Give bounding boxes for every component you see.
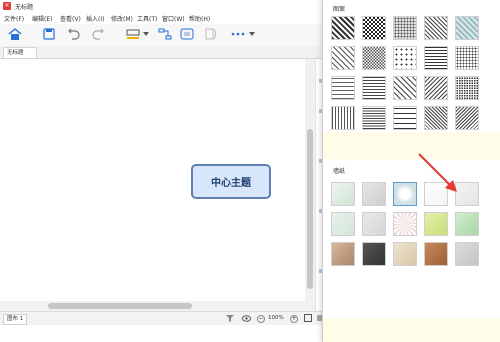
wallpaper-swatch[interactable] (455, 242, 479, 266)
wallpaper-swatch[interactable] (424, 242, 448, 266)
pattern-swatch[interactable] (424, 106, 448, 130)
title-bar: ✕ 无标题 (0, 0, 330, 12)
toolbar (0, 24, 330, 47)
horizontal-scrollbar[interactable] (0, 301, 305, 311)
more-icon[interactable] (231, 27, 245, 41)
boundary-icon[interactable] (180, 27, 194, 41)
menu-file[interactable]: 文件(F) (4, 14, 24, 23)
menu-edit[interactable]: 编辑(E) (32, 14, 52, 23)
summary-icon[interactable] (205, 27, 219, 41)
eye-icon[interactable] (242, 315, 251, 324)
pattern-swatch[interactable] (424, 76, 448, 100)
zoom-level: 100% (268, 315, 284, 321)
pattern-swatch[interactable] (455, 106, 479, 130)
zoom-in-button[interactable]: + (290, 315, 298, 323)
vertical-scrollbar[interactable] (305, 59, 315, 311)
chevron-down-icon[interactable] (142, 27, 150, 41)
pattern-swatch[interactable] (331, 76, 355, 100)
status-bar: 图布 1 − 100% + (0, 311, 330, 326)
pattern-swatch[interactable] (393, 76, 417, 100)
pattern-swatch[interactable] (455, 46, 479, 70)
wallpaper-section-title: 墙纸 (333, 168, 346, 175)
wallpaper-swatch[interactable] (393, 242, 417, 266)
pattern-swatch[interactable] (393, 106, 417, 130)
topic-style-icon[interactable] (126, 27, 140, 41)
vertical-scroll-thumb[interactable] (307, 129, 313, 289)
tab-untitled[interactable]: 无标题 (3, 47, 37, 58)
relationship-icon[interactable] (158, 27, 172, 41)
central-topic[interactable]: 中心主题 (191, 164, 271, 199)
menu-insert[interactable]: 插入(I) (86, 14, 104, 23)
sheet-tab[interactable]: 图布 1 (3, 314, 28, 325)
pattern-swatch[interactable] (455, 16, 479, 40)
horizontal-scroll-thumb[interactable] (48, 303, 192, 309)
panel-footer (323, 318, 500, 342)
document-tabs: 无标题 (0, 46, 330, 59)
pattern-section-title: 图案 (333, 6, 346, 13)
pattern-swatch[interactable] (362, 76, 386, 100)
wallpaper-swatch[interactable] (362, 182, 386, 206)
redo-icon[interactable] (91, 27, 105, 41)
wallpaper-swatch[interactable] (362, 212, 386, 236)
zoom-out-button[interactable]: − (257, 315, 265, 323)
pattern-swatch[interactable] (362, 16, 386, 40)
section-divider (323, 132, 500, 160)
fit-icon[interactable] (304, 314, 312, 324)
pattern-swatch[interactable] (393, 46, 417, 70)
app-logo-icon: ✕ (3, 2, 11, 10)
more-chevron-down-icon[interactable] (248, 27, 256, 41)
wallpaper-swatch[interactable] (455, 212, 479, 236)
wallpaper-swatch[interactable] (331, 242, 355, 266)
menu-window[interactable]: 窗口(W) (162, 14, 185, 23)
pattern-swatch[interactable] (362, 46, 386, 70)
menu-bar: 文件(F) 编辑(E) 查看(V) 插入(I) 修改(M) 工具(T) 窗口(W… (0, 12, 330, 24)
pattern-swatch[interactable] (393, 16, 417, 40)
filter-icon[interactable] (226, 314, 234, 324)
home-icon[interactable] (8, 27, 22, 41)
wallpaper-swatch[interactable] (331, 212, 355, 236)
wallpaper-swatch[interactable] (424, 212, 448, 236)
pattern-swatch[interactable] (331, 46, 355, 70)
background-picker-panel: 图案 墙纸 (322, 0, 500, 342)
menu-tools[interactable]: 工具(T) (137, 14, 157, 23)
wallpaper-swatch[interactable] (331, 182, 355, 206)
undo-icon[interactable] (67, 27, 81, 41)
window-title: 无标题 (15, 4, 34, 11)
pattern-swatch[interactable] (424, 16, 448, 40)
save-icon[interactable] (42, 27, 56, 41)
menu-view[interactable]: 查看(V) (60, 14, 81, 23)
pattern-swatch[interactable] (424, 46, 448, 70)
pattern-swatch[interactable] (331, 16, 355, 40)
annotation-arrow-icon (418, 153, 457, 192)
pattern-swatch[interactable] (362, 106, 386, 130)
wallpaper-swatch[interactable] (362, 242, 386, 266)
pattern-swatch[interactable] (455, 76, 479, 100)
menu-modify[interactable]: 修改(M) (111, 14, 133, 23)
pattern-swatch[interactable] (331, 106, 355, 130)
wallpaper-swatch[interactable] (393, 212, 417, 236)
menu-help[interactable]: 帮助(H) (189, 14, 210, 23)
